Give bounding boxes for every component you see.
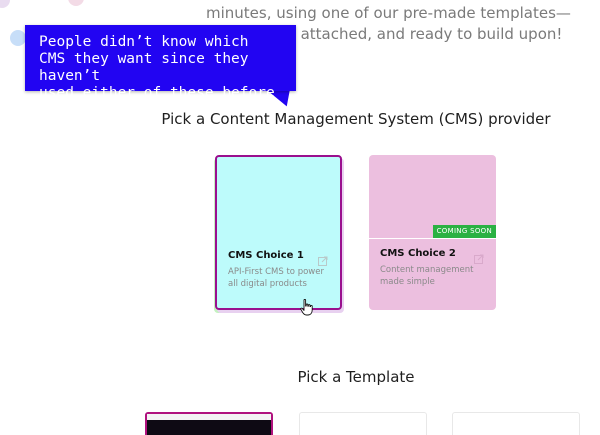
hand-cursor-icon xyxy=(300,298,314,320)
template-thumbnail[interactable] xyxy=(452,412,580,435)
intro-line: s attached, and ready to build upon! xyxy=(288,25,563,43)
cms-card-choice-2[interactable]: COMING SOON CMS Choice 2 Content managem… xyxy=(369,155,496,310)
template-section-title: Pick a Template xyxy=(297,368,415,386)
coming-soon-badge: COMING SOON xyxy=(432,225,496,238)
decorative-dot xyxy=(0,0,10,8)
cms-card-choice-1[interactable]: CMS Choice 1 API-First CMS to power all … xyxy=(215,155,342,310)
external-link-icon[interactable] xyxy=(318,251,328,270)
card-divider xyxy=(369,238,496,239)
card-title: CMS Choice 1 xyxy=(228,250,304,261)
page: minutes, using one of our pre-made templ… xyxy=(0,0,600,435)
annotation-text: People didn’t know which CMS they want s… xyxy=(39,34,275,101)
cms-section-title: Pick a Content Management System (CMS) p… xyxy=(161,110,551,128)
external-link-icon[interactable] xyxy=(474,249,484,268)
template-thumbnail[interactable] xyxy=(145,412,273,435)
decorative-dot xyxy=(68,0,84,6)
thumbnail-browser-bar xyxy=(147,414,271,420)
card-description: Content management made simple xyxy=(380,265,474,287)
card-title: CMS Choice 2 xyxy=(380,248,456,259)
annotation-callout: People didn’t know which CMS they want s… xyxy=(25,25,296,101)
decorative-dot xyxy=(10,30,26,46)
template-thumbnail[interactable] xyxy=(299,412,427,435)
